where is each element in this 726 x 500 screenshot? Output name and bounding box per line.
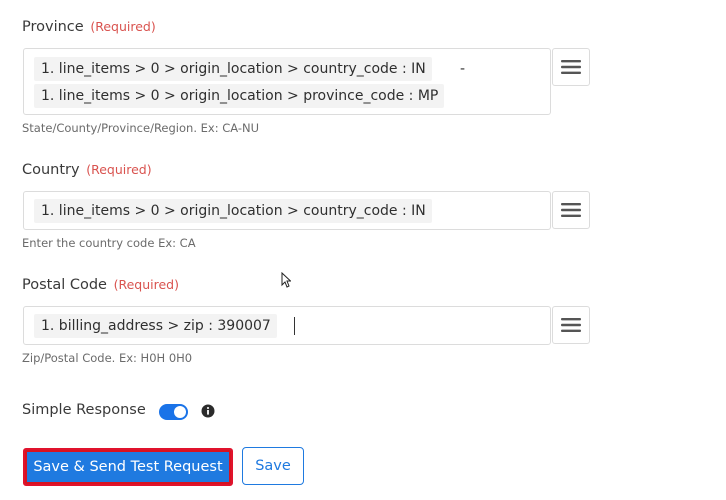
province-input[interactable]: 1. line_items > 0 > origin_location > co… — [23, 48, 551, 115]
simple-response-toggle[interactable] — [159, 404, 188, 420]
postal-code-required-tag: (Required) — [113, 277, 179, 292]
postal-code-label-text: Postal Code — [22, 277, 107, 293]
country-label: Country (Required) — [22, 162, 152, 178]
save-and-send-test-request-button[interactable]: Save & Send Test Request — [23, 448, 233, 486]
country-menu-button[interactable] — [552, 191, 590, 229]
hamburger-menu-icon — [561, 203, 581, 217]
country-hint: Enter the country code Ex: CA — [22, 236, 196, 250]
postal-code-input[interactable]: 1. billing_address > zip : 390007 — [23, 306, 551, 345]
form-page: Province (Required) 1. line_items > 0 > … — [0, 0, 726, 500]
province-token-1[interactable]: 1. line_items > 0 > origin_location > co… — [34, 57, 432, 81]
province-token-2[interactable]: 1. line_items > 0 > origin_location > pr… — [34, 84, 445, 108]
postal-code-hint: Zip/Postal Code. Ex: H0H 0H0 — [22, 351, 193, 365]
province-label: Province (Required) — [22, 19, 156, 35]
province-menu-button[interactable] — [552, 48, 590, 86]
country-required-tag: (Required) — [86, 162, 152, 177]
postal-code-label: Postal Code (Required) — [22, 277, 179, 293]
toggle-knob — [174, 406, 186, 418]
province-required-tag: (Required) — [90, 19, 156, 34]
mouse-pointer-icon — [281, 272, 291, 288]
province-hint: State/County/Province/Region. Ex: CA-NU — [22, 121, 260, 135]
text-caret — [294, 317, 295, 335]
postal-code-token-1[interactable]: 1. billing_address > zip : 390007 — [34, 314, 277, 338]
country-token-1[interactable]: 1. line_items > 0 > origin_location > co… — [34, 199, 432, 223]
simple-response-label: Simple Response — [22, 402, 146, 418]
country-label-text: Country — [22, 162, 80, 178]
postal-code-menu-button[interactable] — [552, 306, 590, 344]
province-label-text: Province — [22, 19, 84, 35]
province-separator: - — [460, 61, 466, 77]
save-button[interactable]: Save — [242, 447, 304, 485]
country-input[interactable]: 1. line_items > 0 > origin_location > co… — [23, 191, 551, 230]
hamburger-menu-icon — [561, 318, 581, 332]
hamburger-menu-icon — [561, 60, 581, 74]
info-circle-icon[interactable] — [201, 404, 215, 418]
